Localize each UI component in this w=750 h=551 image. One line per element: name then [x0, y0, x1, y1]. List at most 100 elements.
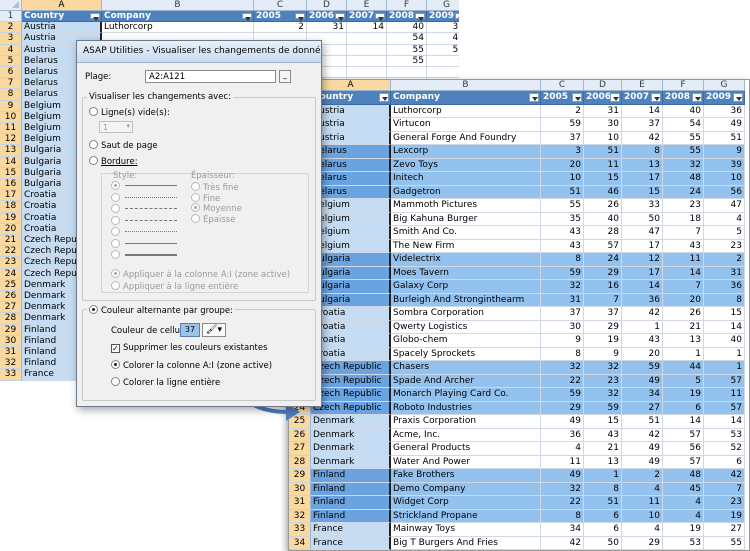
value-cell[interactable]: 39 [704, 158, 745, 172]
column-header-f[interactable]: F [663, 80, 704, 91]
value-cell[interactable]: 54 [663, 118, 704, 132]
row-header[interactable]: 30 [0, 335, 22, 347]
value-cell[interactable]: 11 [584, 158, 622, 172]
thickness-option[interactable]: Épaisse [191, 213, 235, 225]
row-header[interactable]: 10 [0, 111, 22, 123]
country-cell[interactable]: Czech Republic [311, 361, 391, 375]
value-cell[interactable]: 9 [584, 347, 622, 361]
value-cell[interactable]: 57 [704, 401, 745, 415]
filter-dropdown-icon[interactable] [455, 13, 459, 22]
company-cell[interactable]: Moes Tavern [391, 266, 541, 280]
value-cell[interactable]: 8 [541, 253, 584, 267]
value-cell[interactable]: 43 [541, 239, 584, 253]
color-column-radio[interactable] [111, 360, 120, 369]
row-header[interactable]: 8 [0, 89, 22, 101]
filter-dropdown-icon[interactable] [529, 93, 539, 102]
country-cell[interactable]: Czech Republic [311, 374, 391, 388]
value-cell[interactable]: 51 [704, 131, 745, 145]
value-cell[interactable]: 15 [622, 185, 663, 199]
value-cell[interactable]: 17 [622, 266, 663, 280]
value-cell[interactable]: 35 [541, 212, 584, 226]
row-header[interactable]: 18 [0, 201, 22, 213]
value-cell[interactable]: 32 [584, 361, 622, 375]
row-header[interactable]: 31 [0, 347, 22, 359]
value-cell[interactable]: 56 [704, 185, 745, 199]
row-header[interactable]: 17 [0, 190, 22, 202]
company-cell[interactable]: Virtucon [391, 118, 541, 132]
value-cell[interactable] [347, 33, 387, 45]
company-cell[interactable]: General Forge And Foundry [391, 131, 541, 145]
style-radio[interactable] [111, 238, 120, 248]
value-cell[interactable]: 55 [387, 44, 427, 56]
country-cell[interactable]: Croatia [311, 347, 391, 361]
value-cell[interactable]: 42 [704, 469, 745, 483]
alternate-color-option[interactable]: Couleur alternante par groupe: [87, 305, 236, 316]
value-cell[interactable]: 2 [704, 253, 745, 267]
value-cell[interactable]: 22 [541, 374, 584, 388]
company-cell[interactable]: Initech [391, 172, 541, 186]
column-header-b[interactable]: B [391, 80, 541, 91]
filter-dropdown-icon[interactable] [610, 93, 620, 102]
value-cell[interactable]: 17 [622, 239, 663, 253]
filter-dropdown-icon[interactable] [692, 93, 702, 102]
value-cell[interactable]: 42 [622, 307, 663, 321]
value-cell[interactable]: 49 [622, 374, 663, 388]
filter-dropdown-icon[interactable] [90, 13, 100, 22]
value-cell[interactable]: 12 [622, 253, 663, 267]
country-cell[interactable]: Belgium [311, 212, 391, 226]
page-break-option[interactable]: Saut de page [89, 140, 158, 151]
value-cell[interactable]: 14 [663, 415, 704, 429]
filter-dropdown-icon[interactable] [651, 93, 661, 102]
value-cell[interactable] [427, 67, 459, 79]
value-cell[interactable]: 29 [584, 320, 622, 334]
paint-bucket-icon[interactable]: 🖌▾ [202, 323, 226, 337]
value-cell[interactable]: 13 [663, 334, 704, 348]
value-cell[interactable]: 20 [663, 293, 704, 307]
row-header[interactable]: 16 [0, 179, 22, 191]
row-header[interactable]: 4 [0, 44, 22, 56]
value-cell[interactable]: 19 [584, 334, 622, 348]
value-cell[interactable]: 9 [427, 55, 459, 67]
row-header[interactable]: 33 [0, 369, 22, 381]
value-cell[interactable]: 11 [622, 496, 663, 510]
country-cell[interactable]: Denmark [311, 415, 391, 429]
value-cell[interactable]: 30 [541, 320, 584, 334]
company-cell[interactable]: Videlectrix [391, 253, 541, 267]
company-cell[interactable]: Gadgetron [391, 185, 541, 199]
row-header[interactable]: 30 [289, 482, 311, 496]
country-cell[interactable]: Croatia [311, 307, 391, 321]
value-cell[interactable]: 14 [622, 104, 663, 118]
row-header[interactable]: 27 [0, 302, 22, 314]
row-header[interactable]: 14 [0, 156, 22, 168]
row-header[interactable]: 33 [289, 523, 311, 537]
filter-dropdown-icon[interactable] [335, 13, 345, 22]
country-cell[interactable]: Croatia [311, 320, 391, 334]
value-cell[interactable]: 51 [427, 44, 459, 56]
row-header[interactable]: 27 [289, 442, 311, 456]
value-cell[interactable]: 48 [663, 172, 704, 186]
company-cell[interactable]: Widget Corp [391, 496, 541, 510]
value-cell[interactable]: 59 [541, 266, 584, 280]
row-header[interactable]: 6 [0, 67, 22, 79]
column-header-c[interactable]: C [254, 0, 307, 11]
empty-rows-radio[interactable] [89, 107, 98, 116]
column-header-d[interactable]: D [584, 80, 622, 91]
value-cell[interactable]: 1 [704, 347, 745, 361]
country-cell[interactable]: Denmark [311, 455, 391, 469]
column-header-e[interactable]: E [622, 80, 663, 91]
column-header-g[interactable]: G [427, 0, 459, 11]
row-header[interactable]: 13 [0, 145, 22, 157]
value-cell[interactable]: 43 [584, 428, 622, 442]
value-cell[interactable]: 31 [584, 104, 622, 118]
value-cell[interactable]: 31 [307, 22, 347, 34]
value-cell[interactable]: 42 [541, 536, 584, 550]
thickness-option[interactable]: Fine [191, 192, 220, 204]
range-input[interactable]: A2:A121 [145, 70, 276, 83]
remove-colors-option[interactable]: ✓ Supprimer les couleurs existantes [111, 343, 268, 353]
value-cell[interactable]: 49 [427, 33, 459, 45]
value-cell[interactable]: 36 [704, 104, 745, 118]
filter-dropdown-icon[interactable] [242, 13, 252, 22]
value-cell[interactable]: 1 [704, 361, 745, 375]
style-radio[interactable] [111, 250, 120, 259]
value-cell[interactable]: 21 [584, 442, 622, 456]
